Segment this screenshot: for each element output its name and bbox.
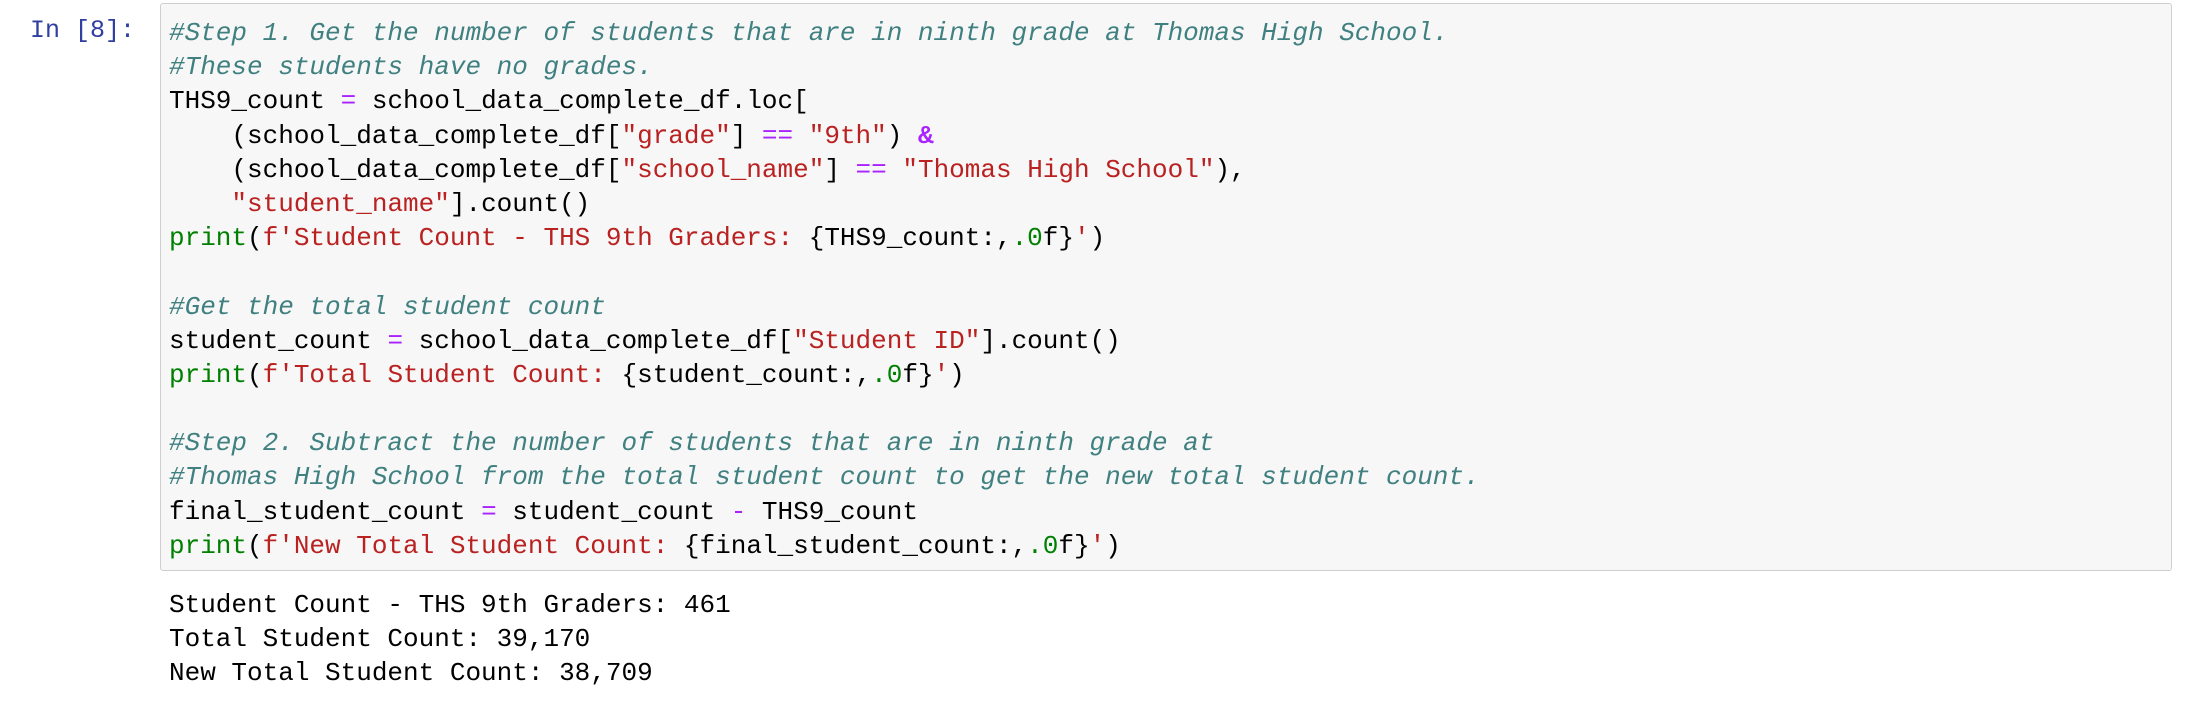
code-token: f} <box>1058 530 1090 561</box>
code-token: "grade" <box>621 120 731 151</box>
code-token: ) <box>886 120 918 151</box>
code-token: #These students have no grades. <box>169 52 653 83</box>
code-token: THS9_count <box>169 86 341 117</box>
code-line: (school_data_complete_df["grade"] == "9t… <box>169 119 1480 153</box>
code-token: "Thomas High School" <box>902 154 1215 185</box>
code-token: student_count <box>169 325 388 356</box>
code-token: ( <box>247 530 263 561</box>
code-token: school_data_complete_df[ <box>403 325 794 356</box>
code-token: ), <box>1214 154 1246 185</box>
output-line: New Total Student Count: 38,709 <box>169 658 653 689</box>
code-token: ' <box>1074 223 1090 254</box>
code-token: student_count <box>496 496 731 527</box>
code-token: = <box>481 496 497 527</box>
code-line: print(f'New Total Student Count: {final_… <box>169 529 1480 563</box>
code-token: - <box>730 496 747 527</box>
code-token: & <box>917 120 934 151</box>
code-token: f'Total Student Count: <box>262 359 622 390</box>
code-token: #Get the total student count <box>169 291 606 322</box>
code-token: {final_student_count:, <box>683 530 1028 561</box>
cell-output: Student Count - THS 9th Graders: 461 Tota… <box>169 588 731 691</box>
code-token: ) <box>1089 223 1106 254</box>
code-line: ​ <box>169 255 1480 289</box>
code-token: school_data_complete_df.loc[ <box>356 86 809 117</box>
code-token: #Thomas High School from the total stude… <box>169 462 1480 493</box>
code-token: .0 <box>1011 223 1043 254</box>
code-line: print(f'Student Count - THS 9th Graders:… <box>169 221 1480 255</box>
code-token: #Step 1. Get the number of students that… <box>169 18 1449 48</box>
code-token: {student_count:, <box>621 359 872 390</box>
code-line: #Get the total student count <box>169 290 1480 324</box>
code-line: student_count = school_data_complete_df[… <box>169 324 1480 358</box>
code-token: = <box>387 325 404 356</box>
code-token: final_student_count <box>169 496 482 527</box>
code-token: ( <box>247 359 263 390</box>
code-line: (school_data_complete_df["school_name"] … <box>169 153 1480 187</box>
notebook-code-cell: In [8]: #Step 1. Get the number of stude… <box>0 0 2186 702</box>
input-prompt: In [8]: <box>30 16 136 45</box>
code-token: "school_name" <box>621 154 825 185</box>
code-token: (school_data_complete_df[ <box>169 154 622 185</box>
code-token: ( <box>247 223 263 254</box>
code-token: print <box>169 359 248 390</box>
code-token: print <box>169 223 248 254</box>
code-token: ) <box>1105 530 1121 561</box>
code-token: ' <box>1089 530 1106 561</box>
code-line: ​ <box>169 392 1480 426</box>
code-line: #Thomas High School from the total stude… <box>169 460 1480 494</box>
code-line: #Step 1. Get the number of students that… <box>169 16 1480 50</box>
code-line: "student_name"].count() <box>169 187 1480 221</box>
code-text[interactable]: #Step 1. Get the number of students that… <box>169 16 1480 563</box>
code-token: .0 <box>1027 530 1059 561</box>
code-line: THS9_count = school_data_complete_df.loc… <box>169 84 1480 118</box>
code-token: .0 <box>871 359 903 390</box>
code-token: THS9_count <box>746 496 918 527</box>
code-token: (school_data_complete_df[ <box>169 120 622 151</box>
code-token: print <box>169 530 248 561</box>
code-token: == <box>855 154 887 185</box>
code-line: final_student_count = student_count - TH… <box>169 495 1480 529</box>
output-line: Student Count - THS 9th Graders: 461 <box>169 590 731 620</box>
code-token: ] <box>730 120 762 151</box>
code-token: f} <box>902 359 934 390</box>
code-token: ' <box>933 359 950 390</box>
code-token: "9th" <box>808 120 887 151</box>
code-token: #Step 2. Subtract the number of students… <box>169 428 1215 459</box>
code-token: == <box>761 120 794 151</box>
code-line: #These students have no grades. <box>169 50 1480 84</box>
code-token: "student_name" <box>231 188 450 219</box>
output-line: Total Student Count: 39,170 <box>169 624 591 655</box>
code-token: ].count() <box>980 325 1121 356</box>
code-token: = <box>340 86 357 117</box>
code-line: print(f'Total Student Count: {student_co… <box>169 358 1480 392</box>
code-token: f'Student Count - THS 9th Graders: <box>262 223 809 254</box>
code-token: {THS9_count:, <box>808 223 1012 254</box>
code-token: ].count() <box>449 188 591 219</box>
code-token: f'New Total Student Count: <box>262 530 684 561</box>
code-token: f} <box>1042 223 1074 254</box>
code-token: ] <box>824 154 856 185</box>
code-token: ) <box>949 359 965 390</box>
code-token: "Student ID" <box>793 325 981 356</box>
code-line: #Step 2. Subtract the number of students… <box>169 426 1480 460</box>
